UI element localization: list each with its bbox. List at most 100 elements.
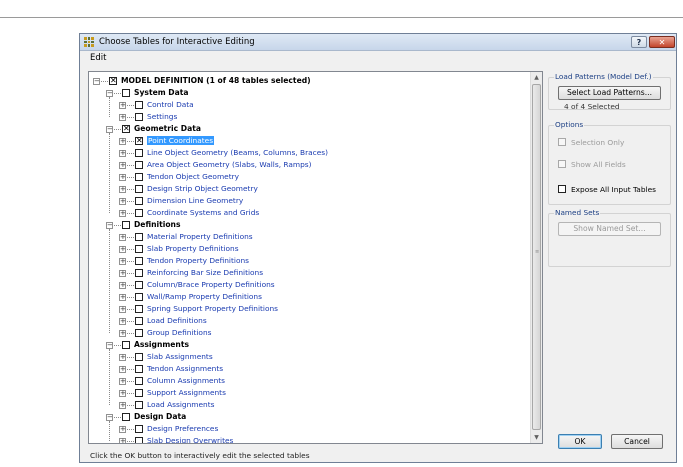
- tree-group-row[interactable]: − System Data: [89, 87, 519, 99]
- group-checked-checkbox[interactable]: ✕: [109, 77, 117, 85]
- tree-leaf-row[interactable]: + Control Data: [89, 99, 519, 111]
- tree-leaf-row[interactable]: + Area Object Geometry (Slabs, Walls, Ram…: [89, 159, 519, 171]
- tree-leaf-row[interactable]: + Column/Brace Property Definitions: [89, 279, 519, 291]
- table-checkbox[interactable]: [135, 389, 143, 397]
- close-button[interactable]: ✕: [649, 36, 675, 48]
- expand-plus-icon[interactable]: +: [119, 162, 126, 169]
- table-checkbox[interactable]: [135, 437, 143, 443]
- table-checkbox[interactable]: [135, 305, 143, 313]
- tree-leaf-row[interactable]: + Group Definitions: [89, 327, 519, 339]
- collapse-minus-icon[interactable]: −: [106, 126, 113, 133]
- table-checkbox[interactable]: [135, 353, 143, 361]
- cancel-button[interactable]: Cancel: [611, 434, 663, 449]
- show-named-set-button[interactable]: Show Named Set...: [558, 222, 661, 236]
- tree-group-row[interactable]: − Assignments: [89, 339, 519, 351]
- group-checked-checkbox[interactable]: ✕: [122, 125, 130, 133]
- table-checkbox[interactable]: [135, 113, 143, 121]
- table-checkbox[interactable]: [135, 293, 143, 301]
- expand-plus-icon[interactable]: +: [119, 246, 126, 253]
- expand-plus-icon[interactable]: +: [119, 150, 126, 157]
- tree-leaf-row[interactable]: + Spring Support Property Definitions: [89, 303, 519, 315]
- expand-plus-icon[interactable]: +: [119, 210, 126, 217]
- expand-plus-icon[interactable]: +: [119, 306, 126, 313]
- expand-plus-icon[interactable]: +: [119, 318, 126, 325]
- table-checkbox[interactable]: [135, 101, 143, 109]
- tree-leaf-row[interactable]: + Load Assignments: [89, 399, 519, 411]
- title-bar[interactable]: Choose Tables for Interactive Editing ? …: [80, 34, 676, 51]
- expand-plus-icon[interactable]: +: [119, 138, 126, 145]
- tree-leaf-row[interactable]: + Slab Property Definitions: [89, 243, 519, 255]
- table-checkbox[interactable]: [135, 149, 143, 157]
- table-checkbox[interactable]: [135, 197, 143, 205]
- expand-plus-icon[interactable]: +: [119, 294, 126, 301]
- table-checkbox[interactable]: [135, 233, 143, 241]
- table-checkbox[interactable]: [135, 161, 143, 169]
- table-checkbox[interactable]: [135, 329, 143, 337]
- collapse-minus-icon[interactable]: −: [106, 414, 113, 421]
- table-checkbox[interactable]: [135, 425, 143, 433]
- expose-all-input-tables-checkbox[interactable]: [558, 185, 566, 193]
- expand-plus-icon[interactable]: +: [119, 282, 126, 289]
- expand-plus-icon[interactable]: +: [119, 438, 126, 443]
- tree-group-row[interactable]: − Definitions: [89, 219, 519, 231]
- expand-plus-icon[interactable]: +: [119, 330, 126, 337]
- expand-plus-icon[interactable]: +: [119, 402, 126, 409]
- collapse-minus-icon[interactable]: −: [106, 342, 113, 349]
- help-button[interactable]: ?: [631, 36, 647, 48]
- tree-leaf-row[interactable]: + Reinforcing Bar Size Definitions: [89, 267, 519, 279]
- scroll-thumb[interactable]: ≡: [532, 84, 541, 430]
- tree-leaf-row[interactable]: + Support Assignments: [89, 387, 519, 399]
- tree-leaf-row[interactable]: + Column Assignments: [89, 375, 519, 387]
- collapse-minus-icon[interactable]: −: [106, 90, 113, 97]
- tree-leaf-row[interactable]: + Line Object Geometry (Beams, Columns, B…: [89, 147, 519, 159]
- group-checkbox[interactable]: [122, 89, 130, 97]
- expand-plus-icon[interactable]: +: [119, 174, 126, 181]
- selection-only-checkbox[interactable]: [558, 138, 566, 146]
- tree-leaf-row[interactable]: + Settings: [89, 111, 519, 123]
- tree-leaf-row[interactable]: + Tendon Property Definitions: [89, 255, 519, 267]
- table-checkbox[interactable]: [135, 269, 143, 277]
- tree-leaf-row[interactable]: + Dimension Line Geometry: [89, 195, 519, 207]
- collapse-minus-icon[interactable]: −: [93, 78, 100, 85]
- expand-plus-icon[interactable]: +: [119, 270, 126, 277]
- tree-leaf-row[interactable]: + Tendon Assignments: [89, 363, 519, 375]
- expand-plus-icon[interactable]: +: [119, 102, 126, 109]
- select-load-patterns-button[interactable]: Select Load Patterns...: [558, 86, 661, 100]
- ok-button[interactable]: OK: [558, 434, 602, 449]
- table-checkbox[interactable]: [135, 257, 143, 265]
- expand-plus-icon[interactable]: +: [119, 186, 126, 193]
- expand-plus-icon[interactable]: +: [119, 378, 126, 385]
- tree-scrollbar[interactable]: ▲ ≡ ▼: [530, 72, 542, 443]
- show-all-fields-checkbox[interactable]: [558, 160, 566, 168]
- table-tree[interactable]: ▲ ≡ ▼ − ✕ MODEL DEFINITION (1 of 48 tables…: [88, 71, 543, 444]
- table-checkbox[interactable]: [135, 185, 143, 193]
- scroll-down-arrow-icon[interactable]: ▼: [531, 432, 542, 443]
- tree-leaf-row[interactable]: + Material Property Definitions: [89, 231, 519, 243]
- tree-leaf-row[interactable]: + ✕ Point Coordinates: [89, 135, 519, 147]
- table-checkbox[interactable]: [135, 209, 143, 217]
- table-checkbox[interactable]: [135, 377, 143, 385]
- tree-leaf-row[interactable]: + Tendon Object Geometry: [89, 171, 519, 183]
- tree-leaf-row[interactable]: + Slab Design Overwrites: [89, 435, 519, 443]
- expand-plus-icon[interactable]: +: [119, 258, 126, 265]
- table-checkbox[interactable]: [135, 365, 143, 373]
- expand-plus-icon[interactable]: +: [119, 198, 126, 205]
- expand-plus-icon[interactable]: +: [119, 354, 126, 361]
- tree-group-row[interactable]: − Design Data: [89, 411, 519, 423]
- tree-leaf-row[interactable]: + Slab Assignments: [89, 351, 519, 363]
- table-checkbox[interactable]: [135, 245, 143, 253]
- scroll-up-arrow-icon[interactable]: ▲: [531, 72, 542, 83]
- tree-leaf-row[interactable]: + Design Preferences: [89, 423, 519, 435]
- table-checkbox[interactable]: [135, 173, 143, 181]
- tree-root-row[interactable]: − ✕ MODEL DEFINITION (1 of 48 tables selec…: [89, 75, 519, 87]
- collapse-minus-icon[interactable]: −: [106, 222, 113, 229]
- expand-plus-icon[interactable]: +: [119, 366, 126, 373]
- group-checkbox[interactable]: [122, 341, 130, 349]
- group-checkbox[interactable]: [122, 413, 130, 421]
- table-checkbox[interactable]: [135, 281, 143, 289]
- table-checkbox[interactable]: [135, 317, 143, 325]
- group-checkbox[interactable]: [122, 221, 130, 229]
- tree-group-row[interactable]: − ✕ Geometric Data: [89, 123, 519, 135]
- expand-plus-icon[interactable]: +: [119, 234, 126, 241]
- table-checked-checkbox[interactable]: ✕: [135, 137, 143, 145]
